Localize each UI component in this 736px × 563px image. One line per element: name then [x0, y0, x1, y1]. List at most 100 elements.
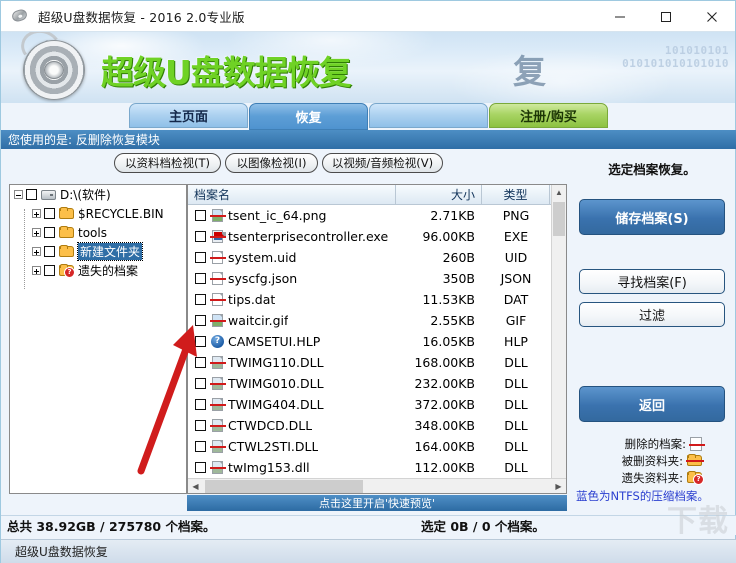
row-checkbox[interactable]	[195, 420, 206, 431]
lost-folder-icon	[687, 471, 704, 485]
expand-icon[interactable]	[32, 247, 41, 256]
window-title: 超级U盘数据恢复 - 2016 2.0专业版	[38, 9, 245, 25]
folder-icon	[59, 226, 74, 238]
tree-item-drive[interactable]: D:\(软件)	[10, 185, 186, 204]
legend-deleted-file: 删除的档案:	[568, 435, 736, 452]
tree-item-recycle-bin[interactable]: $RECYCLE.BIN	[10, 204, 186, 223]
column-header-type[interactable]: 类型	[482, 185, 550, 204]
row-checkbox[interactable]	[195, 210, 206, 221]
row-checkbox[interactable]	[195, 441, 206, 452]
maximize-button[interactable]	[643, 1, 689, 32]
file-name-cell: TWIMG010.DLL	[188, 376, 396, 391]
scroll-up-icon[interactable]: ▲	[552, 185, 566, 200]
file-list-panel[interactable]: 档案名 大小 类型 tsent_ic_64.png 2.71KB PNG tsente…	[187, 184, 567, 494]
file-type: DLL	[504, 439, 528, 454]
application-window: 超级U盘数据恢复 - 2016 2.0专业版 101010101 0101010…	[0, 0, 736, 563]
tree-checkbox[interactable]	[26, 189, 37, 200]
file-size: 96.00KB	[422, 229, 475, 244]
help-file-icon: ?	[211, 334, 225, 349]
module-status-strip: 您使用的是: 反删除恢复模块	[1, 130, 736, 149]
dll-file-icon	[210, 460, 226, 475]
expand-icon[interactable]	[32, 228, 41, 237]
close-button[interactable]	[689, 1, 735, 32]
scroll-left-icon[interactable]: ◀	[188, 482, 203, 491]
file-name: CAMSETUI.HLP	[228, 334, 321, 349]
table-row[interactable]: system.uid 260B UID	[188, 247, 566, 268]
tree-item-new-folder[interactable]: 新建文件夹	[10, 242, 186, 261]
expand-icon[interactable]	[32, 209, 41, 218]
row-checkbox[interactable]	[195, 231, 206, 242]
filter-button[interactable]: 过滤	[579, 302, 725, 327]
row-checkbox[interactable]	[195, 378, 206, 389]
table-row[interactable]: CTWDCD.DLL 348.00KB DLL	[188, 415, 566, 436]
tab-register-purchase[interactable]: 注册/购买	[489, 103, 608, 128]
table-row[interactable]: syscfg.json 350B JSON	[188, 268, 566, 289]
drive-icon	[41, 189, 56, 200]
row-checkbox[interactable]	[195, 336, 206, 347]
table-row[interactable]: twImg153.dll 112.00KB DLL	[188, 457, 566, 478]
legend-note-compressed: 蓝色为NTFS的压缩档案。	[576, 489, 709, 503]
tree-checkbox[interactable]	[44, 246, 55, 257]
file-size: 372.00KB	[414, 397, 475, 412]
scroll-thumb[interactable]	[553, 202, 565, 236]
file-size: 11.53KB	[422, 292, 475, 307]
dll-file-icon	[210, 418, 226, 433]
scroll-right-icon[interactable]: ▶	[551, 482, 566, 491]
file-type: EXE	[503, 229, 529, 244]
tree-item-lost-files[interactable]: 遗失的档案	[10, 261, 186, 280]
tab-home[interactable]: 主页面	[129, 103, 248, 128]
tree-item-tools[interactable]: tools	[10, 223, 186, 242]
scroll-thumb-horizontal[interactable]	[205, 479, 363, 493]
table-row[interactable]: TWIMG110.DLL 168.00KB DLL	[188, 352, 566, 373]
table-row[interactable]: CTWL2STI.DLL 164.00KB DLL	[188, 436, 566, 457]
file-size: 2.55KB	[430, 313, 475, 328]
tree-item-label: 新建文件夹	[76, 242, 144, 261]
row-checkbox[interactable]	[195, 315, 206, 326]
row-checkbox[interactable]	[195, 273, 206, 284]
table-row[interactable]: TWIMG404.DLL 372.00KB DLL	[188, 394, 566, 415]
view-as-media-button[interactable]: 以视频/音频检视(V)	[322, 153, 443, 173]
app-icon	[10, 6, 32, 26]
tree-checkbox[interactable]	[44, 208, 55, 219]
tab-recover[interactable]: 恢复	[249, 103, 368, 130]
table-row[interactable]: tsent_ic_64.png 2.71KB PNG	[188, 205, 566, 226]
table-row[interactable]: ? CAMSETUI.HLP 16.05KB HLP	[188, 331, 566, 352]
tab-blank[interactable]	[369, 103, 488, 128]
binary-decoration: 101010101 010101010101010	[579, 44, 729, 78]
table-row[interactable]: tips.dat 11.53KB DAT	[188, 289, 566, 310]
banner-brand-title: 超级U盘数据恢复	[101, 53, 352, 92]
tree-checkbox[interactable]	[44, 265, 55, 276]
quick-preview-bar[interactable]: 点击这里开启'快速预览'	[187, 495, 567, 511]
column-header-name[interactable]: 档案名	[188, 185, 396, 204]
main-tabs: 主页面 恢复 注册/购买	[1, 103, 736, 130]
find-files-button[interactable]: 寻找档案(F)	[579, 269, 725, 294]
table-row[interactable]: tsenterprisecontroller.exe 96.00KB EXE	[188, 226, 566, 247]
title-bar: 超级U盘数据恢复 - 2016 2.0专业版	[1, 1, 735, 32]
back-button[interactable]: 返回	[579, 386, 725, 422]
save-files-button[interactable]: 储存档案(S)	[579, 199, 725, 235]
table-row[interactable]: TWIMG010.DLL 232.00KB DLL	[188, 373, 566, 394]
file-name-cell: TWIMG404.DLL	[188, 397, 396, 412]
tree-item-label: 遗失的档案	[78, 264, 139, 278]
row-checkbox[interactable]	[195, 399, 206, 410]
file-type: DLL	[504, 418, 528, 433]
minimize-button[interactable]	[597, 1, 643, 32]
status-selected: 选定 0B / 0 个档案。	[421, 519, 545, 534]
tree-checkbox[interactable]	[44, 227, 55, 238]
vertical-scrollbar[interactable]: ▲	[551, 185, 566, 478]
row-checkbox[interactable]	[195, 462, 206, 473]
view-as-data-button[interactable]: 以资料档检视(T)	[114, 153, 221, 173]
view-as-image-button[interactable]: 以图像检视(I)	[225, 153, 318, 173]
column-header-size[interactable]: 大小	[396, 185, 482, 204]
folder-tree-panel[interactable]: D:\(软件) $RECYCLE.BIN tools 新建文件夹 遗失的档案	[9, 184, 187, 494]
row-checkbox[interactable]	[195, 252, 206, 263]
file-name-cell: twImg153.dll	[188, 460, 396, 475]
window-controls	[597, 1, 735, 32]
row-checkbox[interactable]	[195, 357, 206, 368]
exe-file-icon	[210, 229, 226, 244]
table-row[interactable]: waitcir.gif 2.55KB GIF	[188, 310, 566, 331]
expand-icon[interactable]	[32, 266, 41, 275]
horizontal-scrollbar[interactable]: ◀ ▶	[188, 478, 566, 493]
collapse-icon[interactable]	[14, 190, 23, 199]
row-checkbox[interactable]	[195, 294, 206, 305]
